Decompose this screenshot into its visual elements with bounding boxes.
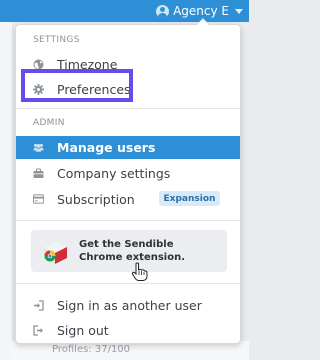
preferences-highlight-box (21, 69, 133, 102)
menu-item-label: Sign out (57, 322, 109, 338)
chrome-extension-label: Get the Sendible Chrome extension. (79, 239, 186, 263)
briefcase-icon (33, 168, 44, 179)
caret-down-icon (235, 8, 243, 14)
menu-item-company-settings[interactable]: Company settings (16, 162, 240, 184)
credit-card-icon (33, 194, 44, 205)
divider (16, 220, 240, 221)
chrome-extension-banner[interactable]: Get the Sendible Chrome extension. (31, 230, 227, 272)
divider (16, 108, 240, 109)
admin-heading: ADMIN (33, 118, 65, 128)
menu-item-label: Sign in as another user (57, 297, 202, 313)
top-bar: Agency E (0, 0, 249, 22)
account-name: Agency E (173, 4, 229, 18)
background-page (0, 22, 13, 360)
menu-item-sign-in-as-another-user[interactable]: Sign in as another user (16, 294, 240, 316)
users-icon (33, 142, 44, 153)
user-avatar-icon (156, 4, 170, 18)
background-profiles-text: Profiles: 37/100 (52, 344, 131, 355)
sign-in-icon (33, 299, 44, 311)
settings-heading: SETTINGS (33, 35, 80, 45)
menu-item-label: Manage users (57, 140, 156, 155)
menu-item-label: Company settings (57, 165, 171, 181)
chrome-extension-icon (41, 238, 69, 266)
hand-pointer-cursor-icon (131, 262, 149, 286)
menu-item-sign-out[interactable]: Sign out (16, 319, 240, 341)
globe-icon (33, 59, 44, 70)
expansion-badge: Expansion (159, 191, 220, 206)
menu-item-manage-users[interactable]: Manage users (16, 136, 240, 159)
divider (16, 283, 240, 284)
sign-out-icon (33, 324, 44, 336)
menu-item-label: Subscription (57, 191, 135, 207)
